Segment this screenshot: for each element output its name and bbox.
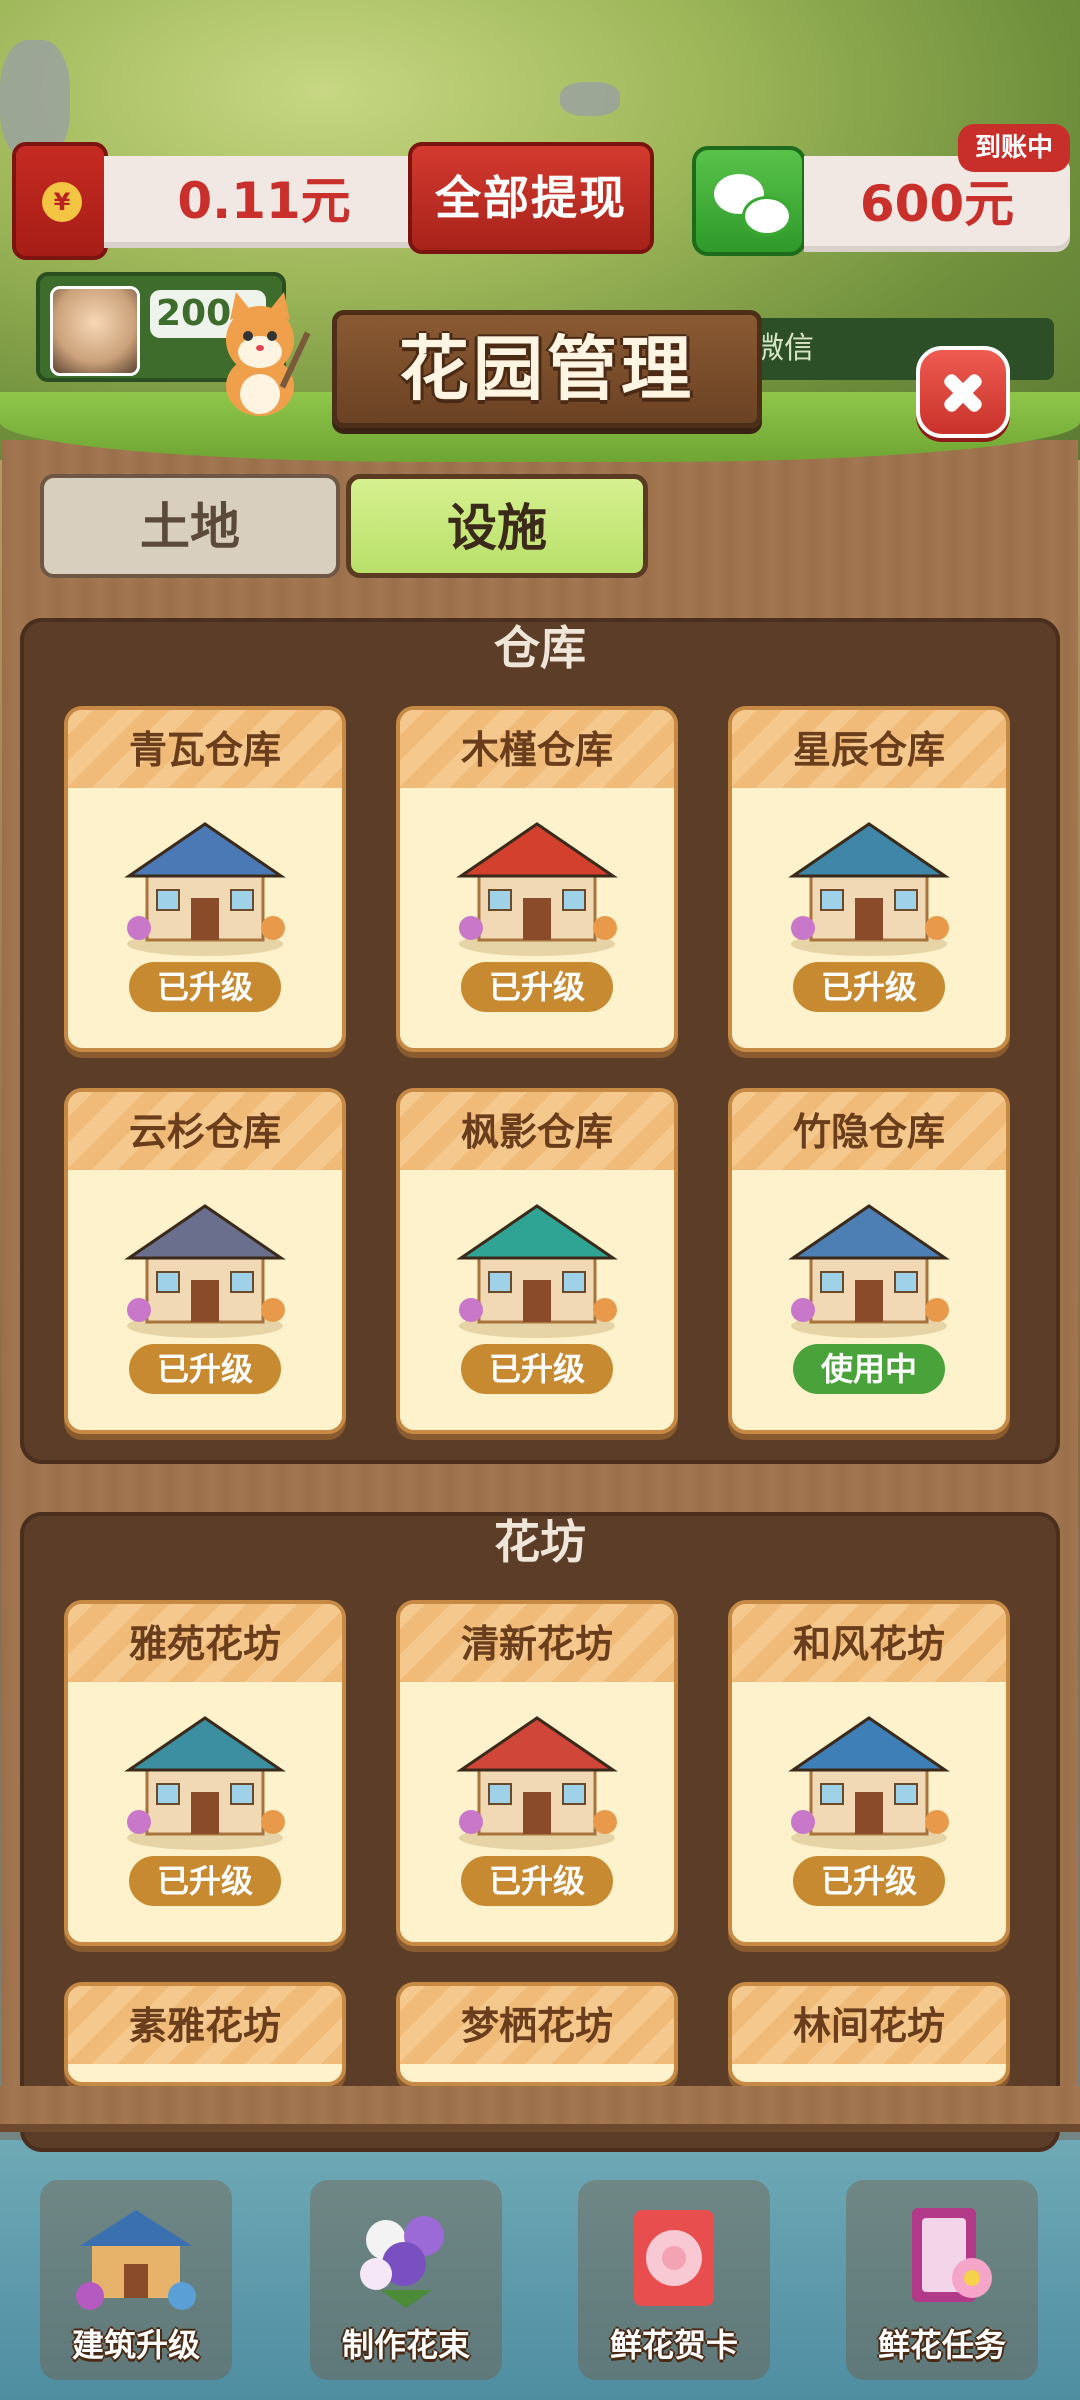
nav-greeting-card[interactable]: 鲜花贺卡	[578, 2180, 770, 2380]
building-icon	[788, 1204, 950, 1338]
avatar[interactable]	[50, 286, 140, 376]
facility-card[interactable]: 林间花坊	[728, 1982, 1010, 2086]
upgraded-badge: 已升级	[129, 1856, 281, 1906]
upgraded-badge: 已升级	[793, 1856, 945, 1906]
facility-card[interactable]: 竹隐仓库 使用中	[728, 1088, 1010, 1434]
facility-name: 林间花坊	[732, 1986, 1006, 2064]
upgraded-badge: 已升级	[461, 1856, 613, 1906]
facility-card[interactable]: 青瓦仓库 已升级	[64, 706, 346, 1052]
facility-name: 木槿仓库	[400, 710, 674, 788]
facility-name: 和风花坊	[732, 1604, 1006, 1682]
rock-decoration	[560, 82, 620, 116]
facility-card[interactable]: 梦栖花坊	[396, 1982, 678, 2086]
upgraded-badge: 已升级	[461, 962, 613, 1012]
arrival-status-badge: 到账中	[958, 124, 1070, 172]
building-icon	[124, 1716, 286, 1850]
upgraded-badge: 已升级	[461, 1344, 613, 1394]
facility-card[interactable]: 枫影仓库 已升级	[396, 1088, 678, 1434]
building-icon	[456, 1716, 618, 1850]
building-icon	[456, 822, 618, 956]
nav-flower-task[interactable]: 鲜花任务	[846, 2180, 1038, 2380]
building-icon	[788, 1716, 950, 1850]
facility-name: 青瓦仓库	[68, 710, 342, 788]
nav-label: 鲜花贺卡	[609, 2326, 738, 2364]
facility-card[interactable]: 清新花坊 已升级	[396, 1600, 678, 1946]
flower-task-icon	[912, 2208, 992, 2302]
balance-amount: 0.11元	[177, 172, 351, 230]
building-icon	[124, 1204, 286, 1338]
bouquet-icon	[360, 2216, 444, 2308]
nav-label: 建筑升级	[71, 2326, 200, 2364]
page-title: 花园管理	[399, 328, 695, 410]
facility-name: 云杉仓库	[68, 1092, 342, 1170]
facility-name: 梦栖花坊	[400, 1986, 674, 2064]
facility-name: 星辰仓库	[732, 710, 1006, 788]
upgraded-badge: 已升级	[129, 962, 281, 1012]
facility-name: 竹隐仓库	[732, 1092, 1006, 1170]
facility-name: 清新花坊	[400, 1604, 674, 1682]
facility-name: 枫影仓库	[400, 1092, 674, 1170]
building-upgrade-icon	[76, 2210, 196, 2310]
facility-card[interactable]: 素雅花坊	[64, 1982, 346, 2086]
facility-card[interactable]: 和风花坊 已升级	[728, 1600, 1010, 1946]
nav-label: 制作花束	[341, 2326, 470, 2364]
red-envelope-icon[interactable]: ¥	[12, 142, 108, 260]
facility-name: 素雅花坊	[68, 1986, 342, 2064]
nav-building-upgrade[interactable]: 建筑升级	[40, 2180, 232, 2380]
section-title-flower-shop: 花坊	[494, 1515, 586, 1569]
tab-facility[interactable]: 设施	[346, 474, 648, 578]
modal-bottom-edge	[0, 2086, 1080, 2132]
nav-label: 鲜花任务	[877, 2326, 1006, 2364]
withdraw-all-button[interactable]: 全部提现	[408, 142, 654, 254]
facility-name: 雅苑花坊	[68, 1604, 342, 1682]
cat-mascot-icon	[226, 292, 311, 416]
close-button[interactable]	[916, 346, 1010, 438]
building-icon	[788, 822, 950, 956]
tab-land[interactable]: 土地	[40, 474, 340, 578]
wechat-icon[interactable]	[692, 146, 806, 256]
building-icon	[456, 1204, 618, 1338]
facility-card[interactable]: 云杉仓库 已升级	[64, 1088, 346, 1434]
nav-make-bouquet[interactable]: 制作花束	[310, 2180, 502, 2380]
in-use-badge: 使用中	[793, 1344, 945, 1394]
facility-card[interactable]: 星辰仓库 已升级	[728, 706, 1010, 1052]
upgraded-badge: 已升级	[793, 962, 945, 1012]
section-title-warehouse: 仓库	[494, 621, 586, 675]
greeting-card-icon	[634, 2210, 714, 2306]
upgraded-badge: 已升级	[129, 1344, 281, 1394]
building-icon	[124, 822, 286, 956]
facility-card[interactable]: 木槿仓库 已升级	[396, 706, 678, 1052]
facility-card[interactable]: 雅苑花坊 已升级	[64, 1600, 346, 1946]
